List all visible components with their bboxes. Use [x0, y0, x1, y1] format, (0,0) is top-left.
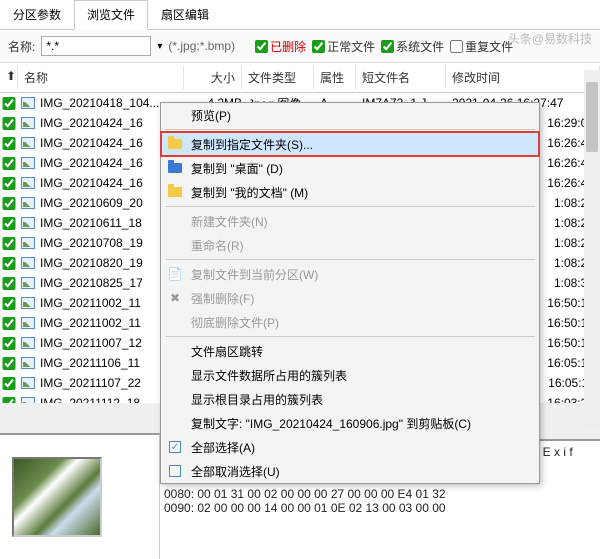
- col-attr[interactable]: 属性: [314, 66, 356, 89]
- image-file-icon: [20, 176, 36, 190]
- image-file-icon: [20, 116, 36, 130]
- row-checkbox[interactable]: [2, 357, 16, 370]
- menu-unselect-all[interactable]: 全部取消选择(U): [161, 459, 539, 483]
- menu-copy-to-folder[interactable]: 复制到指定文件夹(S)...: [161, 132, 539, 156]
- col-short[interactable]: 短文件名: [356, 66, 446, 89]
- col-type[interactable]: 文件类型: [242, 66, 314, 89]
- chk-rebuild[interactable]: 重复文件: [450, 38, 513, 55]
- row-checkbox[interactable]: [2, 217, 16, 230]
- uncheck-icon: [167, 463, 183, 479]
- vertical-scrollbar[interactable]: [584, 70, 600, 429]
- row-checkbox[interactable]: [2, 197, 16, 210]
- thumbnail-image: [12, 457, 102, 537]
- image-file-icon: [20, 296, 36, 310]
- image-file-icon: [20, 196, 36, 210]
- col-time[interactable]: 修改时间: [446, 66, 600, 89]
- chk-deleted[interactable]: 已删除: [255, 38, 306, 55]
- ext-hint: (*.jpg;*.bmp): [168, 39, 235, 53]
- name-label: 名称:: [8, 38, 35, 55]
- row-checkbox[interactable]: [2, 97, 16, 110]
- menu-new-folder: 新建文件夹(N): [161, 209, 539, 233]
- folder-icon: [167, 184, 183, 200]
- row-checkbox[interactable]: [2, 137, 16, 150]
- tab-browse-files[interactable]: 浏览文件: [74, 0, 148, 30]
- image-file-icon: [20, 396, 36, 403]
- image-file-icon: [20, 136, 36, 150]
- row-checkbox[interactable]: [2, 397, 16, 404]
- check-icon: ✓: [167, 439, 183, 455]
- tab-bar: 分区参数 浏览文件 扇区编辑: [0, 0, 600, 30]
- col-sort[interactable]: ⬆: [0, 66, 18, 89]
- image-file-icon: [20, 336, 36, 350]
- menu-sector-jump[interactable]: 文件扇区跳转: [161, 339, 539, 363]
- row-checkbox[interactable]: [2, 277, 16, 290]
- image-file-icon: [20, 376, 36, 390]
- image-file-icon: [20, 316, 36, 330]
- menu-copy-to-desktop[interactable]: 复制到 "桌面" (D): [161, 156, 539, 180]
- image-file-icon: [20, 256, 36, 270]
- row-checkbox[interactable]: [2, 157, 16, 170]
- watermark: 头条@易数科技: [508, 30, 592, 47]
- row-checkbox[interactable]: [2, 237, 16, 250]
- image-file-icon: [20, 96, 36, 110]
- col-name[interactable]: 名称: [18, 66, 184, 89]
- menu-preview[interactable]: 预览(P): [161, 103, 539, 127]
- menu-show-root-clusters[interactable]: 显示根目录占用的簇列表: [161, 387, 539, 411]
- image-file-icon: [20, 216, 36, 230]
- context-menu: 预览(P) 复制到指定文件夹(S)... 复制到 "桌面" (D) 复制到 "我…: [160, 102, 540, 484]
- tab-partition-params[interactable]: 分区参数: [0, 0, 74, 29]
- chk-system[interactable]: 系统文件: [381, 38, 444, 55]
- name-filter-input[interactable]: [41, 36, 151, 56]
- menu-copy-to-partition: 📄复制文件到当前分区(W): [161, 262, 539, 286]
- column-headers: ⬆ 名称 大小 文件类型 属性 短文件名 修改时间: [0, 63, 600, 93]
- row-checkbox[interactable]: [2, 337, 16, 350]
- menu-show-clusters[interactable]: 显示文件数据所占用的簇列表: [161, 363, 539, 387]
- row-checkbox[interactable]: [2, 377, 16, 390]
- folder-icon: [167, 160, 183, 176]
- row-checkbox[interactable]: [2, 317, 16, 330]
- menu-rename: 重命名(R): [161, 233, 539, 257]
- image-file-icon: [20, 356, 36, 370]
- image-file-icon: [20, 236, 36, 250]
- delete-icon: ✖: [167, 290, 183, 306]
- chk-normal[interactable]: 正常文件: [312, 38, 375, 55]
- col-size[interactable]: 大小: [184, 66, 242, 89]
- row-checkbox[interactable]: [2, 257, 16, 270]
- row-checkbox[interactable]: [2, 117, 16, 130]
- copy-icon: 📄: [167, 266, 183, 282]
- menu-perm-delete: 彻底删除文件(P): [161, 310, 539, 334]
- image-file-icon: [20, 276, 36, 290]
- preview-pane: [0, 433, 160, 559]
- menu-copy-text[interactable]: 复制文字: "IMG_20210424_160906.jpg" 到剪贴板(C): [161, 411, 539, 435]
- menu-force-delete: ✖强制删除(F): [161, 286, 539, 310]
- row-checkbox[interactable]: [2, 177, 16, 190]
- tab-sector-edit[interactable]: 扇区编辑: [148, 0, 222, 29]
- menu-select-all[interactable]: ✓全部选择(A): [161, 435, 539, 459]
- row-checkbox[interactable]: [2, 297, 16, 310]
- menu-copy-to-docs[interactable]: 复制到 "我的文档" (M): [161, 180, 539, 204]
- image-file-icon: [20, 156, 36, 170]
- folder-icon: [167, 136, 183, 152]
